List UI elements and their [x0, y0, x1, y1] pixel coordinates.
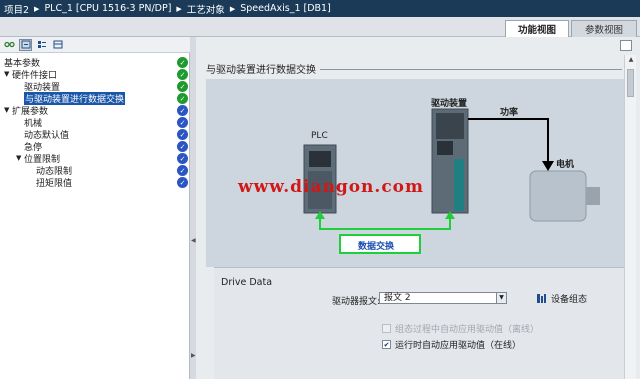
auto-apply-offline-option: 组态过程中自动应用驱动值（离线） [382, 322, 539, 335]
status-ok-icon: ✓ [177, 81, 188, 92]
navigation-toolbar [0, 37, 190, 53]
motor-shaft-icon [586, 187, 600, 205]
tree-item-torque-limits[interactable]: 扭矩限值 [36, 176, 73, 189]
tree-item-mechanics[interactable]: 机械 [24, 116, 42, 129]
expand-tree-icon[interactable] [19, 38, 32, 51]
parameter-tree: 基本参数 ✓ ▼ 硬件件接口 ✓ 驱动装置 ✓ 与驱动装置进行数据交换 ✓ ▼ … [0, 53, 190, 379]
scroll-up-icon[interactable]: ▲ [625, 56, 637, 66]
power-arrow-icon [542, 161, 554, 171]
content-panel: 与驱动装置进行数据交换 PLC 驱动装置 功率 电机 数据交换 www.dian… [196, 37, 640, 379]
telegram-label: 驱动器报文: [332, 297, 381, 307]
tab-function-view[interactable]: 功能视图 [505, 20, 569, 37]
tree-item-label: 扭矩限值 [36, 178, 73, 189]
drive-label: 驱动装置 [431, 99, 468, 109]
tab-parameter-view[interactable]: 参数视图 [571, 20, 637, 37]
drive-display-icon [437, 141, 453, 155]
breadcrumb-technology-objects[interactable]: 工艺对象 [187, 2, 225, 16]
link-icon[interactable] [3, 39, 16, 51]
expand-right-icon[interactable]: ▶ [191, 352, 196, 359]
plc-display-icon [309, 151, 331, 167]
collapse-left-icon[interactable]: ◀ [191, 237, 196, 244]
breadcrumb-separator-icon: ▶ [34, 4, 40, 13]
device-configuration-label: 设备组态 [551, 295, 588, 305]
scrollbar-thumb[interactable] [627, 69, 634, 97]
status-ok-icon: ✓ [177, 141, 188, 152]
drive-data-title: Drive Data [221, 277, 273, 288]
status-ok-icon: ✓ [177, 69, 188, 80]
drive-data-exchange-diagram: PLC 驱动装置 功率 电机 数据交换 www.diangon.com [206, 79, 624, 267]
breadcrumb-project[interactable]: 项目2 [4, 2, 29, 16]
plc-label: PLC [311, 131, 328, 141]
status-ok-icon: ✓ [177, 177, 188, 188]
power-label: 功率 [500, 108, 519, 118]
section-title: 与驱动装置进行数据交换 [206, 65, 316, 76]
tree-item-basic-parameters[interactable]: 基本参数 [4, 56, 40, 69]
window-layout-icon[interactable] [620, 40, 632, 51]
data-exchange-label: 数据交换 [358, 242, 395, 252]
vertical-scrollbar[interactable]: ▲ [624, 55, 636, 379]
status-ok-icon: ✓ [177, 153, 188, 164]
breadcrumb: 项目2 ▶ PLC_1 [CPU 1516-3 PN/DP] ▶ 工艺对象 ▶ … [0, 0, 640, 17]
breadcrumb-axis[interactable]: SpeedAxis_1 [DB1] [240, 3, 331, 14]
status-ok-icon: ✓ [177, 105, 188, 116]
device-configuration-button[interactable]: 设备组态 [536, 292, 587, 305]
view-tab-bar: 功能视图 参数视图 [0, 17, 640, 37]
auto-apply-offline-checkbox [382, 324, 391, 333]
drive-top-panel-icon [436, 113, 464, 139]
breadcrumb-separator-icon: ▶ [229, 4, 236, 13]
list-view-icon[interactable] [51, 39, 64, 51]
tree-item-drive-data-exchange[interactable]: 与驱动装置进行数据交换 [24, 91, 126, 105]
tree-item-emergency-stop[interactable]: 急停 [24, 140, 42, 153]
motor-icon [529, 170, 587, 222]
drive-data-section: Drive Data 驱动器报文: 报文 2 ▼ 设备组态 组态过程中自动应用驱… [214, 267, 624, 379]
motor-label: 电机 [556, 160, 575, 170]
drive-connector-icon [454, 159, 464, 211]
telegram-value: 报文 2 [384, 293, 411, 303]
device-configuration-icon [537, 294, 546, 303]
status-ok-icon: ✓ [177, 57, 188, 68]
data-exchange-link [319, 213, 451, 230]
status-ok-icon: ✓ [177, 117, 188, 128]
tree-item-position-limits[interactable]: ▼ 位置限制 [16, 152, 60, 165]
diagram-graphic [303, 108, 600, 254]
tree-item-hardware-interface[interactable]: ▼ 硬件件接口 [4, 68, 57, 81]
status-ok-icon: ✓ [177, 129, 188, 140]
auto-apply-offline-label: 组态过程中自动应用驱动值（离线） [395, 325, 540, 335]
breadcrumb-separator-icon: ▶ [176, 4, 182, 13]
chevron-down-icon[interactable]: ▼ [16, 154, 24, 162]
collapse-tree-icon[interactable] [35, 39, 48, 51]
power-connection-line [468, 118, 549, 163]
chevron-down-icon[interactable]: ▼ [4, 70, 12, 78]
chevron-down-icon[interactable]: ▼ [4, 106, 12, 114]
auto-apply-online-option[interactable]: ✔ 运行时自动应用驱动值（在线） [382, 338, 521, 351]
status-ok-icon: ✓ [177, 93, 188, 104]
telegram-select[interactable]: 报文 2 ▼ [379, 292, 507, 304]
breadcrumb-plc[interactable]: PLC_1 [CPU 1516-3 PN/DP] [44, 3, 171, 14]
tree-item-extended-parameters[interactable]: ▼ 扩展参数 [4, 104, 48, 117]
auto-apply-online-label: 运行时自动应用驱动值（在线） [395, 341, 522, 351]
watermark-text: www.diangon.com [238, 177, 425, 197]
status-ok-icon: ✓ [177, 165, 188, 176]
tree-item-drive[interactable]: 驱动装置 [24, 80, 60, 93]
tree-item-dynamic-defaults[interactable]: 动态默认值 [24, 128, 69, 141]
tree-item-dynamic-limits[interactable]: 动态限制 [36, 164, 72, 177]
auto-apply-online-checkbox[interactable]: ✔ [382, 340, 391, 349]
section-divider [320, 69, 622, 70]
dropdown-arrow-icon[interactable]: ▼ [496, 293, 506, 303]
